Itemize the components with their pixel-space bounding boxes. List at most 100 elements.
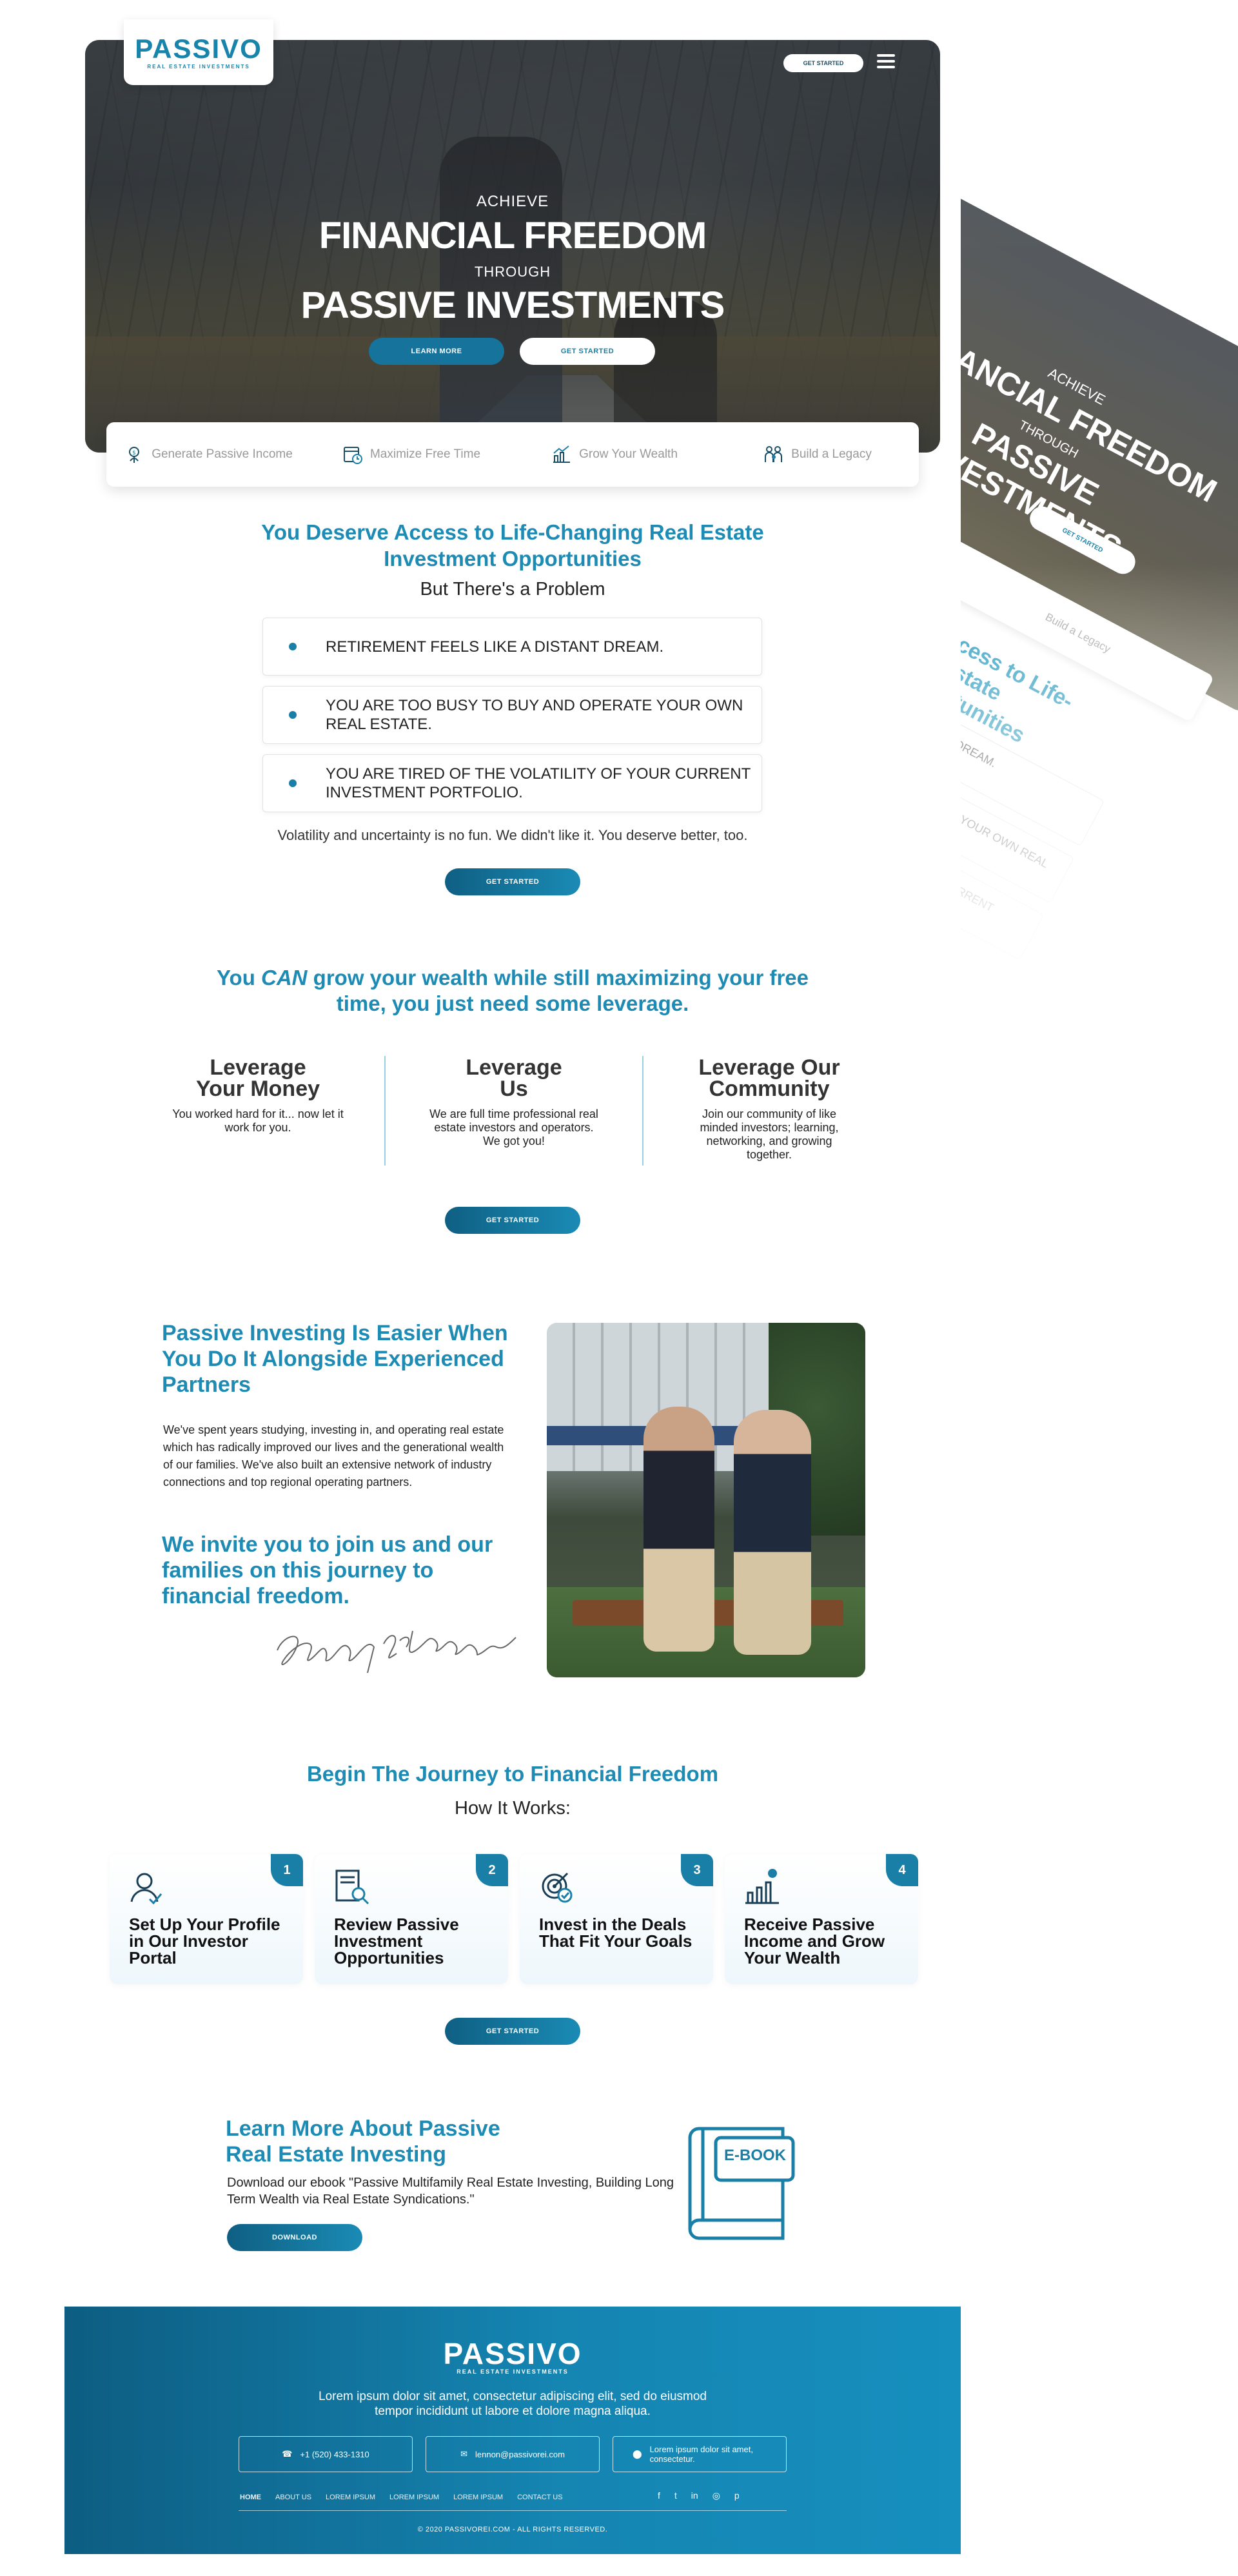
partners-photo	[547, 1323, 865, 1677]
feature-free-time: Maximize Free Time	[310, 444, 513, 465]
location-pin-icon: ⬤	[633, 2449, 642, 2459]
calendar-clock-icon	[342, 444, 364, 465]
volatility-note: Volatility and uncertainty is no fun. We…	[277, 827, 748, 843]
pinterest-icon[interactable]: p	[734, 2490, 740, 2501]
mail-icon: ✉	[460, 2449, 467, 2459]
logo-wordmark: PASSIVO	[135, 33, 262, 64]
svg-text:$: $	[132, 450, 136, 456]
step-card: 1 Set Up Your Profile in Our Investor Po…	[110, 1854, 303, 1984]
footer-phone-box[interactable]: ☎ +1 (520) 433-1310	[239, 2436, 413, 2472]
footer-nav: HOME ABOUT US LOREM IPSUM LOREM IPSUM LO…	[240, 2493, 563, 2501]
leverage-text: We are full time professional real estat…	[429, 1107, 598, 1147]
learn-more-button[interactable]: LEARN MORE	[369, 338, 504, 365]
ebook-badge: E-BOOK	[724, 2147, 786, 2164]
footer-logo-wordmark: PASSIVO	[443, 2337, 582, 2370]
leverage-heading: Leverage Your Money	[195, 1055, 320, 1101]
tilted-page-preview: ACHIEVE FINANCIAL FREEDOM THROUGH PASSIV…	[961, 129, 1238, 1096]
signature-image	[277, 1630, 516, 1673]
step-label: Review Passive Investment Opportunities	[334, 1915, 459, 1967]
logo[interactable]: PASSIVO REAL ESTATE INVESTMENTS	[124, 19, 273, 85]
person-right	[734, 1410, 811, 1655]
growth-chart-icon	[551, 444, 573, 465]
ebook-title: Learn More About Passive Real Estate Inv…	[226, 2116, 500, 2167]
step-label: Set Up Your Profile in Our Investor Port…	[129, 1915, 280, 1967]
footer-logo-tagline: REAL ESTATE INVESTMENTS	[457, 2368, 569, 2375]
footer-link-about[interactable]: ABOUT US	[275, 2493, 311, 2501]
leverage-get-started-button[interactable]: GET STARTED	[445, 1207, 580, 1234]
user-profile-icon	[130, 1873, 162, 1905]
linkedin-icon[interactable]: in	[691, 2490, 698, 2501]
leverage-heading: Leverage Us	[466, 1055, 562, 1101]
problem-subtitle: But There's a Problem	[420, 579, 605, 600]
hero-headline-1: FINANCIAL FREEDOM	[319, 215, 707, 257]
feature-bar: $ Generate Passive Income Maximize Free …	[106, 422, 919, 487]
leverage-title: You CAN grow your wealth while still max…	[0, 965, 1025, 1017]
footer-address-box[interactable]: ⬤ Lorem ipsum dolor sit amet, consectetu…	[613, 2436, 787, 2472]
instagram-icon[interactable]: ◎	[712, 2490, 720, 2501]
hero-headline-2: PASSIVE INVESTMENTS	[300, 284, 725, 326]
facebook-icon[interactable]: f	[658, 2490, 660, 2501]
hero-get-started-button[interactable]: GET STARTED	[520, 338, 655, 365]
step-card: 3 Invest in the Deals That Fit Your Goal…	[520, 1854, 713, 1984]
header-get-started-button[interactable]: GET STARTED	[783, 54, 863, 72]
footer-link[interactable]: LOREM IPSUM	[326, 2493, 375, 2501]
problem-item-text: YOU ARE TIRED OF THE VOLATILITY OF YOUR …	[326, 765, 751, 801]
how-get-started-button[interactable]: GET STARTED	[445, 2018, 580, 2045]
income-chart-icon	[745, 1869, 779, 1904]
footer-phone: +1 (520) 433-1310	[300, 2449, 369, 2459]
leverage-text: Join our community of like minded invest…	[700, 1107, 839, 1161]
leverage-column-community: Leverage Our Community Join our communit…	[676, 1057, 863, 1162]
family-icon	[763, 444, 785, 465]
column-divider	[384, 1056, 386, 1166]
leverage-title-post: grow your wealth while still maximizing …	[307, 966, 809, 1015]
copyright: © 2020 PASSIVOREI.COM - ALL RIGHTS RESER…	[417, 2526, 608, 2533]
leverage-column-money: Leverage Your Money You worked hard for …	[164, 1057, 351, 1135]
problem-title: You Deserve Access to Life-Changing Real…	[0, 519, 1025, 572]
footer-email-box[interactable]: ✉ lennon@passivorei.com	[426, 2436, 600, 2472]
partners-title: Passive Investing Is Easier When You Do …	[162, 1321, 508, 1397]
problem-item-text: YOU ARE TOO BUSY TO BUY AND OPERATE YOUR…	[326, 697, 743, 733]
step-card: 2 Review Passive Investment Opportunitie…	[315, 1854, 508, 1984]
leverage-title-pre: You	[216, 966, 262, 990]
preview-feature-label: Build a Legacy	[1043, 610, 1113, 656]
leverage-title-emphasis: CAN	[261, 966, 308, 990]
footer-link[interactable]: LOREM IPSUM	[389, 2493, 439, 2501]
feature-label: Maximize Free Time	[369, 447, 481, 461]
hamburger-menu-icon[interactable]	[877, 54, 895, 71]
column-divider	[642, 1056, 644, 1166]
footer-link[interactable]: LOREM IPSUM	[453, 2493, 503, 2501]
hero-banner: GET STARTED ACHIEVE FINANCIAL FREEDOM TH…	[85, 40, 940, 453]
how-subtitle: How It Works:	[455, 1798, 571, 1819]
feature-passive-income: $ Generate Passive Income	[106, 444, 310, 465]
document-search-icon	[335, 1869, 369, 1905]
feature-label: Build a Legacy	[791, 447, 872, 461]
money-plant-icon: $	[123, 444, 145, 465]
phone-icon: ☎	[282, 2449, 293, 2459]
footer-logo[interactable]: PASSIVO REAL ESTATE INVESTMENTS	[64, 2339, 961, 2375]
step-number: 2	[476, 1854, 508, 1886]
bullet-dot	[289, 779, 297, 787]
social-links: f t in ◎ p	[658, 2490, 740, 2501]
step-number: 3	[681, 1854, 713, 1886]
footer: PASSIVO REAL ESTATE INVESTMENTS Lorem ip…	[64, 2307, 961, 2554]
bullet-dot	[289, 643, 297, 650]
logo-tagline: REAL ESTATE INVESTMENTS	[147, 63, 250, 70]
ebook-description: Download our ebook "Passive Multifamily …	[227, 2176, 674, 2207]
footer-link-home[interactable]: HOME	[240, 2493, 261, 2501]
problem-item: YOU ARE TOO BUSY TO BUY AND OPERATE YOUR…	[262, 686, 762, 744]
hero-line-achieve: ACHIEVE	[476, 193, 549, 210]
partners-text: We've spent years studying, investing in…	[163, 1423, 504, 1488]
step-label: Invest in the Deals That Fit Your Goals	[539, 1915, 693, 1951]
download-button[interactable]: DOWNLOAD	[227, 2224, 362, 2251]
footer-link-contact[interactable]: CONTACT US	[517, 2493, 563, 2501]
problem-item-text: RETIREMENT FEELS LIKE A DISTANT DREAM.	[326, 638, 664, 656]
problem-get-started-button[interactable]: GET STARTED	[445, 868, 580, 895]
leverage-text: You worked hard for it... now let it wor…	[172, 1107, 344, 1134]
footer-divider	[239, 2510, 787, 2511]
problem-item: RETIREMENT FEELS LIKE A DISTANT DREAM.	[262, 618, 762, 676]
hero-line-through: THROUGH	[474, 264, 551, 280]
problem-item: YOU ARE TIRED OF THE VOLATILITY OF YOUR …	[262, 754, 762, 812]
footer-address: Lorem ipsum dolor sit amet, consectetur.	[649, 2444, 753, 2464]
twitter-icon[interactable]: t	[674, 2490, 677, 2501]
how-title: Begin The Journey to Financial Freedom	[306, 1762, 719, 1786]
